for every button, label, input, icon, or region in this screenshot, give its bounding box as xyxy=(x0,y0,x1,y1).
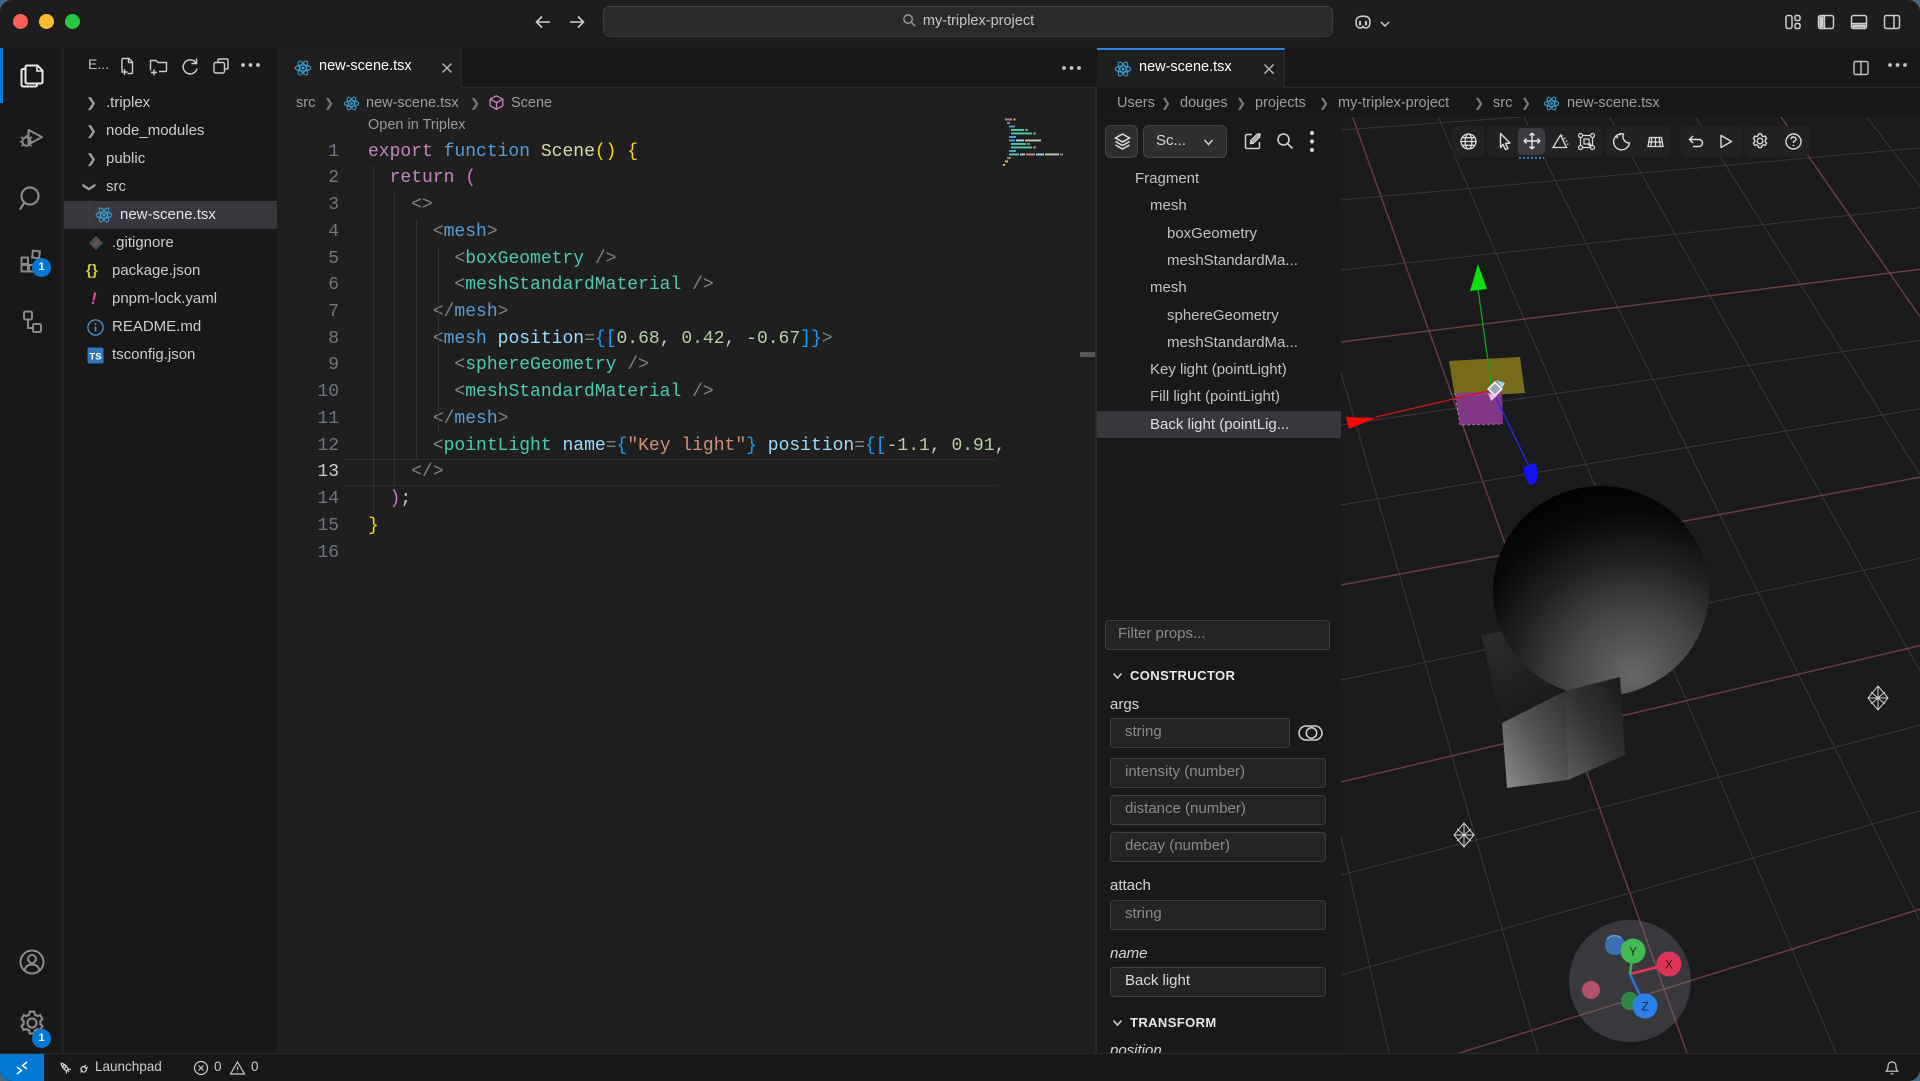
svg-text:TS: TS xyxy=(89,352,101,363)
svg-text:Z: Z xyxy=(1641,1000,1648,1014)
svg-text:X: X xyxy=(1665,958,1673,972)
svg-text:Y: Y xyxy=(1629,945,1637,959)
